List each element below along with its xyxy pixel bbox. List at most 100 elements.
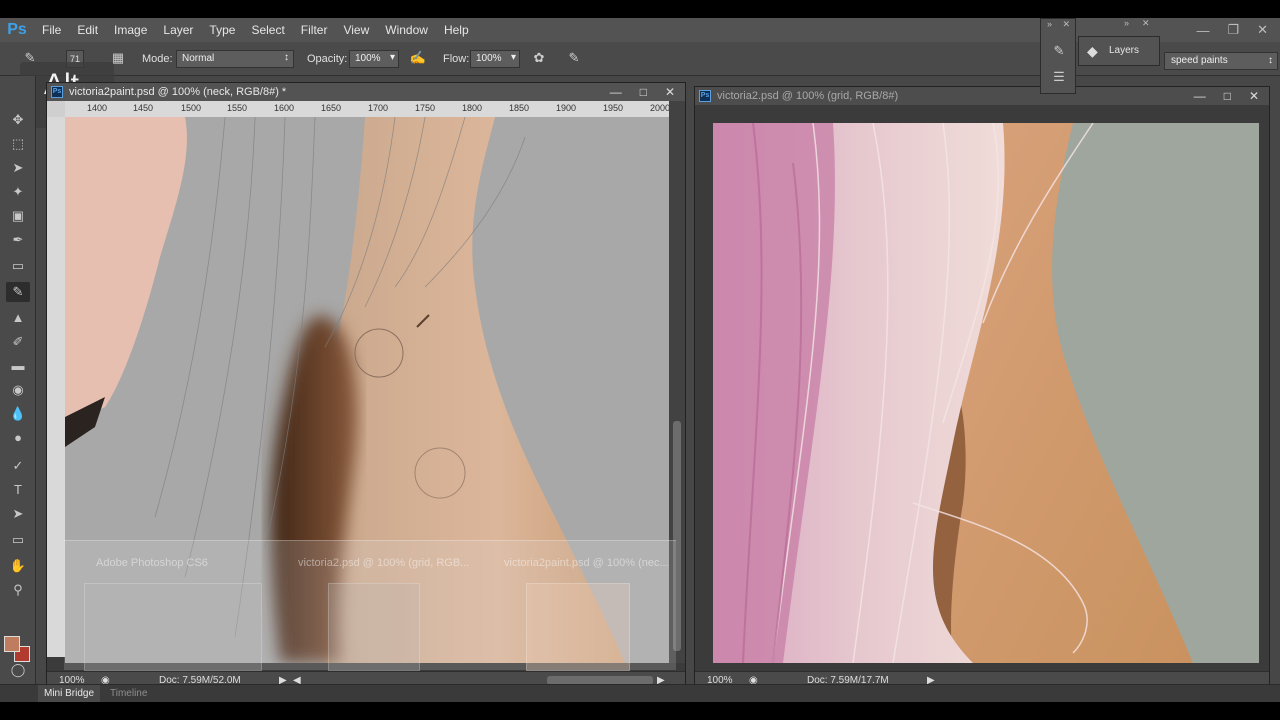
chevron-down-icon: ▾ (389, 52, 395, 63)
workspace-label: speed paints (1171, 55, 1228, 66)
mode-label: Mode: (142, 53, 173, 65)
menu-file[interactable]: File (34, 18, 69, 42)
layers-panel-tab[interactable]: ◆ Layers (1078, 36, 1160, 66)
opacity-label: Opacity: (307, 53, 348, 65)
blur-icon[interactable]: 💧 (6, 404, 30, 424)
lasso-icon[interactable]: ➤ (6, 158, 30, 178)
horizontal-ruler[interactable]: 1400 1450 1500 1550 1600 1650 1700 1750 … (65, 101, 671, 117)
maximize-icon[interactable]: □ (1224, 87, 1231, 105)
document-window-controls: — □ ✕ (1194, 87, 1259, 105)
minimize-icon[interactable]: — (1196, 23, 1209, 38)
airbrush-icon[interactable]: ✿ (529, 50, 549, 68)
ps-file-icon: Ps (699, 90, 711, 102)
close-icon[interactable]: ✕ (1142, 18, 1150, 30)
switcher-thumbnail[interactable] (328, 583, 420, 671)
bottom-panel-tabs: Mini Bridge Timeline (0, 684, 1280, 703)
pen-icon[interactable]: ✓ (6, 456, 30, 476)
expand-panels-icon[interactable]: » (1124, 18, 1129, 30)
ruler-origin[interactable] (47, 101, 65, 117)
menu-help[interactable]: Help (436, 18, 477, 42)
tab-mini-bridge[interactable]: Mini Bridge (38, 685, 101, 703)
switcher-item[interactable]: victoria2paint.psd @ 100% (nec... (504, 557, 669, 569)
dodge-icon[interactable]: ● (6, 428, 30, 448)
document-window-victoria2: Ps victoria2.psd @ 100% (grid, RGB/8#) —… (694, 86, 1270, 690)
ruler-tick: 1450 (133, 103, 154, 113)
eyedropper-icon[interactable]: ✒ (6, 230, 30, 250)
tools-panel: ✥ ⬚ ➤ ✦ ▣ ✒ ▭ ✎ ▲ ✐ ▬ ◉ 💧 ● ✓ T ➤ ▭ ✋ ⚲ … (0, 76, 36, 688)
menu-select[interactable]: Select (243, 18, 292, 42)
flow-value: 100% (476, 53, 502, 64)
menu-layer[interactable]: Layer (155, 18, 201, 42)
document-tab[interactable]: Ps victoria2.psd @ 100% (grid, RGB/8#) —… (695, 87, 1269, 105)
document-tab[interactable]: Ps victoria2paint.psd @ 100% (neck, RGB/… (47, 83, 685, 101)
flow-field[interactable]: 100% ▾ (470, 50, 520, 68)
document-window-controls: — □ ✕ (610, 83, 675, 101)
chevron-down-icon: ▾ (510, 52, 516, 63)
photoshop-logo: Ps (7, 21, 27, 38)
vertical-ruler[interactable] (47, 117, 65, 657)
quick-select-icon[interactable]: ✦ (6, 182, 30, 202)
switcher-thumbnail[interactable] (526, 583, 630, 671)
opacity-value: 100% (355, 53, 381, 64)
paint-bucket-icon[interactable]: ◉ (6, 380, 30, 400)
healing-brush-icon[interactable]: ▭ (6, 256, 30, 276)
document-title: victoria2paint.psd @ 100% (neck, RGB/8#)… (69, 86, 287, 98)
ruler-tick: 1400 (87, 103, 108, 113)
menu-edit[interactable]: Edit (69, 18, 106, 42)
foreground-color-swatch[interactable] (4, 636, 20, 652)
history-brush-icon[interactable]: ✐ (6, 332, 30, 352)
pressure-size-icon[interactable]: ✎ (564, 50, 584, 68)
letterbox-top (0, 0, 1280, 18)
menu-type[interactable]: Type (201, 18, 243, 42)
brush-presets-icon[interactable]: ✎ (1051, 43, 1067, 59)
menu-filter[interactable]: Filter (293, 18, 336, 42)
marquee-icon[interactable]: ⬚ (6, 134, 30, 154)
opacity-field[interactable]: 100% ▾ (349, 50, 399, 68)
zoom-icon[interactable]: ⚲ (6, 580, 30, 600)
workspace-switcher[interactable]: speed paints ↕ (1164, 52, 1278, 70)
chevron-updown-icon: ↕ (1268, 55, 1273, 66)
hand-icon[interactable]: ✋ (6, 556, 30, 576)
ruler-tick: 1500 (181, 103, 202, 113)
tab-timeline[interactable]: Timeline (104, 685, 153, 703)
close-icon[interactable]: ✕ (665, 83, 675, 101)
close-icon[interactable]: ✕ (1257, 22, 1268, 38)
brush-icon[interactable]: ✎ (6, 282, 30, 302)
restore-icon[interactable]: ❐ (1227, 22, 1239, 38)
menu-window[interactable]: Window (377, 18, 436, 42)
path-select-icon[interactable]: ➤ (6, 504, 30, 524)
clone-stamp-icon[interactable]: ▲ (6, 308, 30, 328)
ruler-tick: 2000 (650, 103, 671, 113)
ruler-tick: 1850 (509, 103, 530, 113)
minimize-icon[interactable]: — (610, 83, 622, 101)
close-icon[interactable]: ✕ (1249, 87, 1259, 105)
reference-photo (713, 123, 1259, 663)
move-icon[interactable]: ✥ (6, 110, 30, 130)
menu-image[interactable]: Image (106, 18, 155, 42)
ruler-tick: 1900 (556, 103, 577, 113)
reference-canvas[interactable] (713, 123, 1259, 663)
maximize-icon[interactable]: □ (640, 83, 647, 101)
close-icon[interactable]: ✕ (1062, 19, 1070, 31)
ruler-tick: 1650 (321, 103, 342, 113)
type-icon[interactable]: T (6, 480, 30, 500)
menu-view[interactable]: View (335, 18, 377, 42)
pressure-opacity-icon[interactable]: ✍ (408, 50, 428, 68)
switcher-item[interactable]: victoria2.psd @ 100% (grid, RGB... (298, 557, 469, 569)
mode-select[interactable]: Normal ↕ (176, 50, 294, 68)
switcher-thumbnail[interactable] (84, 583, 262, 671)
layers-label: Layers (1109, 45, 1140, 56)
letterbox-bottom (0, 702, 1280, 720)
expand-panels-icon[interactable]: » (1047, 19, 1052, 31)
ruler-tick: 1750 (415, 103, 436, 113)
eraser-icon[interactable]: ▬ (6, 356, 30, 376)
quick-mask-icon[interactable]: ◯ (6, 660, 30, 680)
minimize-icon[interactable]: — (1194, 87, 1206, 105)
rectangle-icon[interactable]: ▭ (6, 530, 30, 550)
ps-file-icon: Ps (51, 86, 63, 98)
adjustments-icon[interactable]: ☰ (1051, 69, 1067, 85)
switcher-item[interactable]: Adobe Photoshop CS6 (96, 557, 208, 569)
crop-icon[interactable]: ▣ (6, 206, 30, 226)
ruler-tick: 1550 (227, 103, 248, 113)
ruler-tick: 1700 (368, 103, 389, 113)
